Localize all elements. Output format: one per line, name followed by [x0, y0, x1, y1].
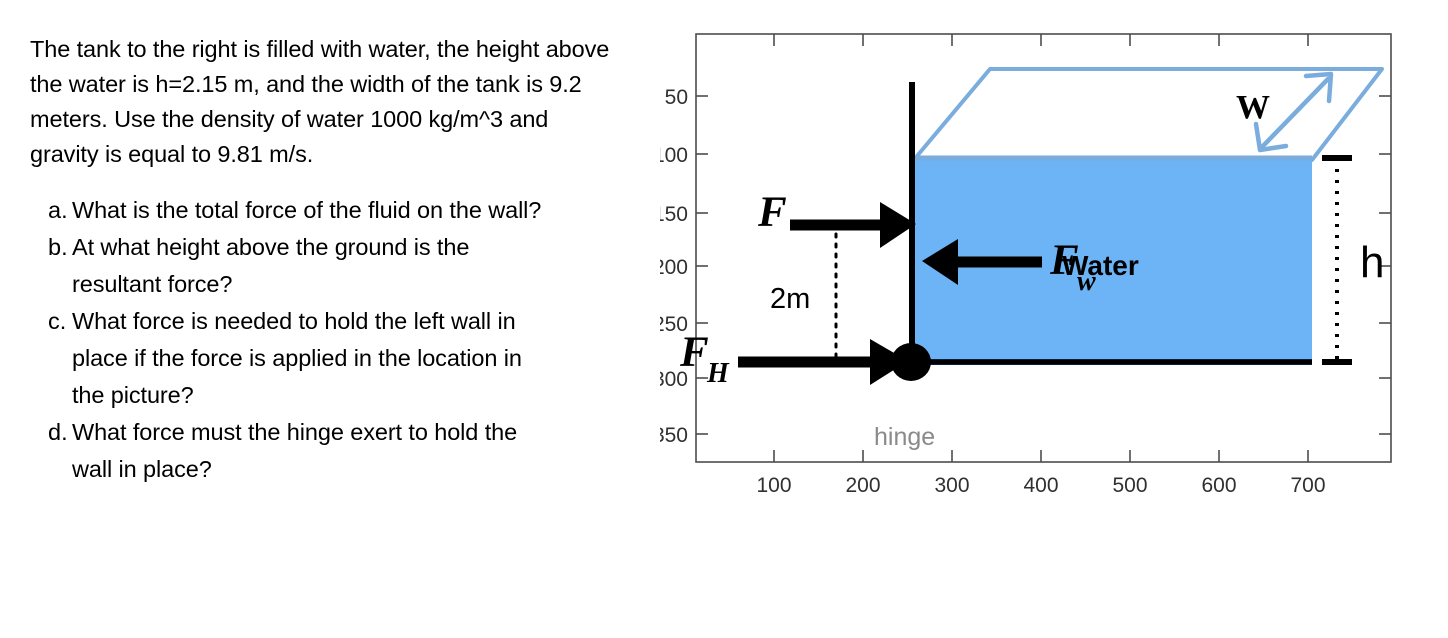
list-item: d. What force must the hinge exert to ho… — [30, 414, 642, 488]
question-text-c: What force is needed to hold the left wa… — [72, 308, 522, 408]
water-label: Water — [1062, 250, 1139, 281]
x-tick-label-2: 300 — [934, 474, 969, 497]
x-tick-label-5: 600 — [1201, 474, 1236, 497]
page-root: The tank to the right is filled with wat… — [0, 0, 1448, 638]
x-axis-ticks-top — [773, 34, 1309, 46]
x-tick-label-6: 700 — [1290, 474, 1325, 497]
hinge-label: hinge — [874, 423, 935, 451]
problem-intro-paragraph: The tank to the right is filled with wat… — [30, 36, 610, 167]
force-hinge-subscript: H — [706, 358, 730, 389]
problem-statement-pane: The tank to the right is filled with wat… — [0, 0, 660, 638]
y-tick-label-6: 350 — [660, 424, 688, 447]
y-tick-label-0: 50 — [665, 86, 688, 109]
question-text-a: What is the total force of the fluid on … — [72, 197, 542, 223]
height-dimension — [1322, 155, 1352, 365]
tank-figure-pane: 50 100 150 200 250 300 350 — [660, 0, 1448, 638]
force-applied-label: F — [757, 189, 787, 236]
list-item: b. At what height above the ground is th… — [30, 229, 642, 303]
force-applied-arrow — [790, 202, 916, 248]
question-marker-b: b. — [48, 234, 68, 260]
question-text-b: At what height above the ground is the r… — [72, 234, 470, 297]
question-marker-d: d. — [48, 419, 68, 445]
question-marker-c: c. — [48, 308, 67, 334]
question-text-d: What force must the hinge exert to hold … — [72, 419, 518, 482]
x-tick-label-1: 200 — [845, 474, 880, 497]
x-axis-tick-labels: 100 200 300 400 500 600 700 — [756, 474, 1325, 497]
list-item: a. What is the total force of the fluid … — [30, 192, 642, 229]
list-item: c. What force is needed to hold the left… — [30, 303, 642, 414]
x-tick-label-0: 100 — [756, 474, 791, 497]
y-tick-label-3: 200 — [660, 256, 688, 279]
tank-diagram: 50 100 150 200 250 300 350 — [660, 33, 1392, 497]
question-marker-a: a. — [48, 197, 68, 223]
width-label: W — [1236, 89, 1270, 126]
hinge-node — [891, 343, 931, 381]
tank-top-perspective — [910, 67, 1384, 164]
y-axis-tick-labels: 50 100 150 200 250 300 350 — [660, 86, 688, 447]
height-label: h — [1360, 238, 1384, 287]
force-hinge-arrow — [738, 339, 908, 385]
force-hinge-label: F — [679, 329, 709, 376]
question-list: a. What is the total force of the fluid … — [30, 192, 642, 488]
y-tick-label-1: 100 — [660, 144, 688, 167]
x-tick-label-4: 500 — [1112, 474, 1147, 497]
y-tick-label-2: 150 — [660, 203, 688, 226]
x-axis-ticks — [773, 450, 1309, 462]
x-tick-label-3: 400 — [1023, 474, 1058, 497]
distance-to-force-label: 2m — [770, 283, 810, 315]
